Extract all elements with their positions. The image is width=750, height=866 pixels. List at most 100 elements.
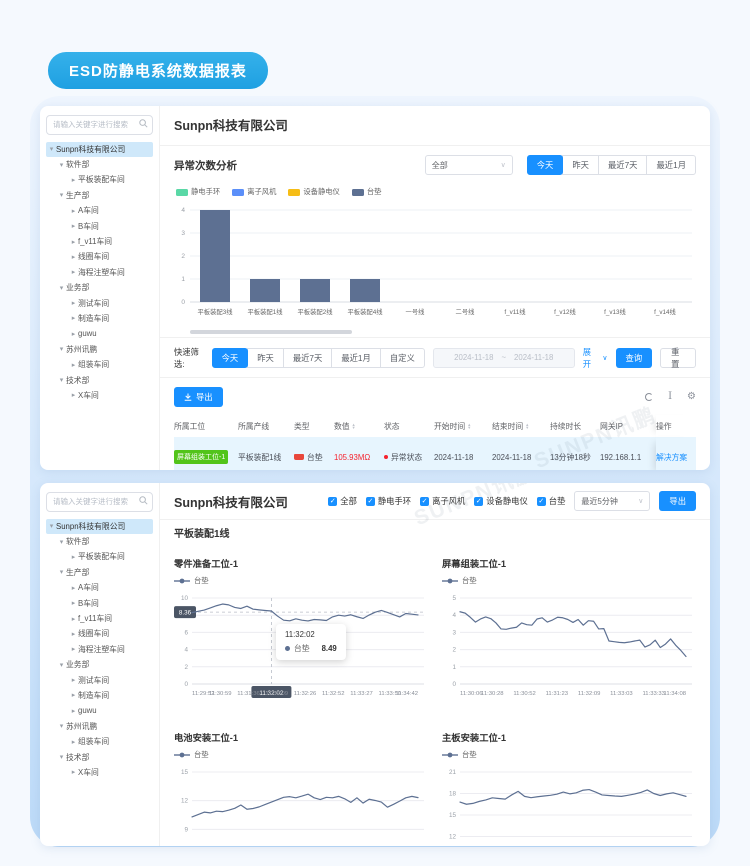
tree-item-label: 软件部 xyxy=(66,159,89,170)
chart-legend-item[interactable]: 台垫 xyxy=(174,748,428,761)
tree-item-14[interactable]: ▸组装车间 xyxy=(46,357,153,372)
chart-title: 零件准备工位-1 xyxy=(174,556,428,571)
solution-link[interactable]: 解决方案 xyxy=(656,452,687,463)
svg-text:f_v14线: f_v14线 xyxy=(654,307,676,316)
expand-link[interactable]: 展开∨ xyxy=(583,346,608,370)
type-select[interactable]: 全部 ∨ xyxy=(425,155,513,175)
col-header-4: 状态 xyxy=(384,421,434,432)
tree-item-0[interactable]: ▾Sunpn科技有限公司 xyxy=(46,519,153,534)
tree-item-0[interactable]: ▾Sunpn科技有限公司 xyxy=(46,142,153,157)
tree-item-7[interactable]: ▸线圈车间 xyxy=(46,249,153,264)
legend-item-0[interactable]: 静电手环 xyxy=(176,187,220,197)
tree-item-3[interactable]: ▾生产部 xyxy=(46,188,153,203)
tree-item-14[interactable]: ▸组装车间 xyxy=(46,734,153,749)
refresh-icon[interactable] xyxy=(645,393,653,401)
svg-text:18: 18 xyxy=(449,791,457,798)
tree-item-6[interactable]: ▸f_v11车间 xyxy=(46,611,153,626)
chart-legend-item[interactable]: 台垫 xyxy=(442,748,696,761)
tree-item-12[interactable]: ▸guwu xyxy=(46,326,153,341)
tree-item-5[interactable]: ▸B车间 xyxy=(46,218,153,233)
sort-icon[interactable]: ▲▼ xyxy=(352,423,356,429)
tree-item-1[interactable]: ▾软件部 xyxy=(46,157,153,172)
reset-button[interactable]: 重置 xyxy=(660,348,696,368)
svg-text:4: 4 xyxy=(181,207,185,214)
gear-icon[interactable]: ⚙ xyxy=(687,392,696,402)
tree-item-8[interactable]: ▸海程注塑车间 xyxy=(46,642,153,657)
chart-title: 主板安装工位-1 xyxy=(442,730,696,745)
tree-item-10[interactable]: ▸测试车间 xyxy=(46,672,153,687)
tree-item-15[interactable]: ▾技术部 xyxy=(46,372,153,387)
tree-item-4[interactable]: ▸A车间 xyxy=(46,203,153,218)
tree-item-13[interactable]: ▾苏州讯鹏 xyxy=(46,719,153,734)
station-badge: 屏幕组装工位-1 xyxy=(174,450,228,464)
filter-button-4[interactable]: 自定义 xyxy=(380,348,425,368)
range-button-3[interactable]: 最近1月 xyxy=(646,155,696,175)
range-button-2[interactable]: 最近7天 xyxy=(598,155,648,175)
tree-item-11[interactable]: ▸制造车间 xyxy=(46,688,153,703)
tree-item-12[interactable]: ▸guwu xyxy=(46,703,153,718)
tree-item-9[interactable]: ▾业务部 xyxy=(46,657,153,672)
checkbox-3[interactable]: ✓设备静电仪 xyxy=(474,495,528,507)
tree-item-5[interactable]: ▸B车间 xyxy=(46,595,153,610)
table-row[interactable]: 屏幕组装工位-1 平板装配1线 台垫 105.93MΩ 异常状态 2024-11… xyxy=(174,437,696,470)
tree-item-11[interactable]: ▸制造车间 xyxy=(46,311,153,326)
checkbox-1[interactable]: ✓静电手环 xyxy=(366,495,411,507)
svg-text:11:32:09: 11:32:09 xyxy=(578,691,601,697)
tree-item-2[interactable]: ▸平板装配车间 xyxy=(46,549,153,564)
col-header-7: 持续时长 xyxy=(550,421,600,432)
svg-text:f_v11线: f_v11线 xyxy=(504,307,526,316)
date-range-input[interactable]: 2024-11-18 ~ 2024-11-18 xyxy=(433,348,575,368)
chart-legend-item[interactable]: 台垫 xyxy=(174,574,428,587)
tree-item-6[interactable]: ▸f_v11车间 xyxy=(46,234,153,249)
range-button-0[interactable]: 今天 xyxy=(527,155,564,175)
col-header-6[interactable]: 结束时间▲▼ xyxy=(492,421,550,432)
svg-text:11:32:26: 11:32:26 xyxy=(294,691,317,697)
tree-item-9[interactable]: ▾业务部 xyxy=(46,280,153,295)
tree-item-3[interactable]: ▾生产部 xyxy=(46,565,153,580)
col-header-3[interactable]: 数值▲▼ xyxy=(334,421,384,432)
bar-chart-area: 01234平板装配3线平板装配1线平板装配2线平板装配4线一号线二号线f_v11… xyxy=(160,200,710,337)
tree-item-1[interactable]: ▾软件部 xyxy=(46,534,153,549)
tree-item-16[interactable]: ▸X车间 xyxy=(46,765,153,780)
tree-item-7[interactable]: ▸线圈车间 xyxy=(46,626,153,641)
filter-button-0[interactable]: 今天 xyxy=(212,348,249,368)
legend-item-1[interactable]: 离子风机 xyxy=(232,187,276,197)
caret-right-icon: ▸ xyxy=(69,615,78,623)
export-button-2[interactable]: 导出 xyxy=(659,491,696,511)
caret-down-icon: ▾ xyxy=(57,538,66,546)
export-button[interactable]: 导出 xyxy=(174,387,223,407)
chart-block-2: 屏幕组装工位-1 台垫 01234511:30:0611:30:2811:30:… xyxy=(442,548,696,722)
tree-item-8[interactable]: ▸海程注塑车间 xyxy=(46,265,153,280)
tree-item-15[interactable]: ▾技术部 xyxy=(46,749,153,764)
range-button-1[interactable]: 昨天 xyxy=(562,155,599,175)
tree-item-10[interactable]: ▸测试车间 xyxy=(46,295,153,310)
query-button[interactable]: 查询 xyxy=(616,348,653,368)
tree-item-2[interactable]: ▸平板装配车间 xyxy=(46,172,153,187)
chart-scrollbar[interactable] xyxy=(190,330,352,334)
filter-button-3[interactable]: 最近1月 xyxy=(331,348,381,368)
sort-icon[interactable]: ▲▼ xyxy=(467,423,471,429)
tree-item-4[interactable]: ▸A车间 xyxy=(46,580,153,595)
tree-item-label: guwu xyxy=(78,706,97,715)
col-header-5[interactable]: 开始时间▲▼ xyxy=(434,421,492,432)
chart-legend-item[interactable]: 台垫 xyxy=(442,574,696,587)
svg-text:11:33:03: 11:33:03 xyxy=(610,691,633,697)
checkbox-0[interactable]: ✓全部 xyxy=(328,495,357,507)
tree-item-label: 制造车间 xyxy=(78,690,109,701)
legend-item-2[interactable]: 设备静电仪 xyxy=(288,187,339,197)
sort-icon[interactable]: ▲▼ xyxy=(525,423,529,429)
tree-item-16[interactable]: ▸X车间 xyxy=(46,388,153,403)
tree-item-label: 平板装配车间 xyxy=(78,551,125,562)
filter-button-1[interactable]: 昨天 xyxy=(247,348,284,368)
tree-item-label: 测试车间 xyxy=(78,675,109,686)
search-input[interactable] xyxy=(46,115,153,135)
checkbox-2[interactable]: ✓离子风机 xyxy=(420,495,465,507)
row-height-icon[interactable]: I xyxy=(668,392,672,402)
search-input[interactable] xyxy=(46,492,153,512)
tree-item-13[interactable]: ▾苏州讯鹏 xyxy=(46,342,153,357)
legend-item-3[interactable]: 台垫 xyxy=(352,187,382,197)
interval-select[interactable]: 最近5分钟 ∨ xyxy=(574,491,650,511)
filter-button-2[interactable]: 最近7天 xyxy=(283,348,333,368)
checkbox-4[interactable]: ✓台垫 xyxy=(537,495,566,507)
caret-down-icon: ▾ xyxy=(57,376,66,384)
